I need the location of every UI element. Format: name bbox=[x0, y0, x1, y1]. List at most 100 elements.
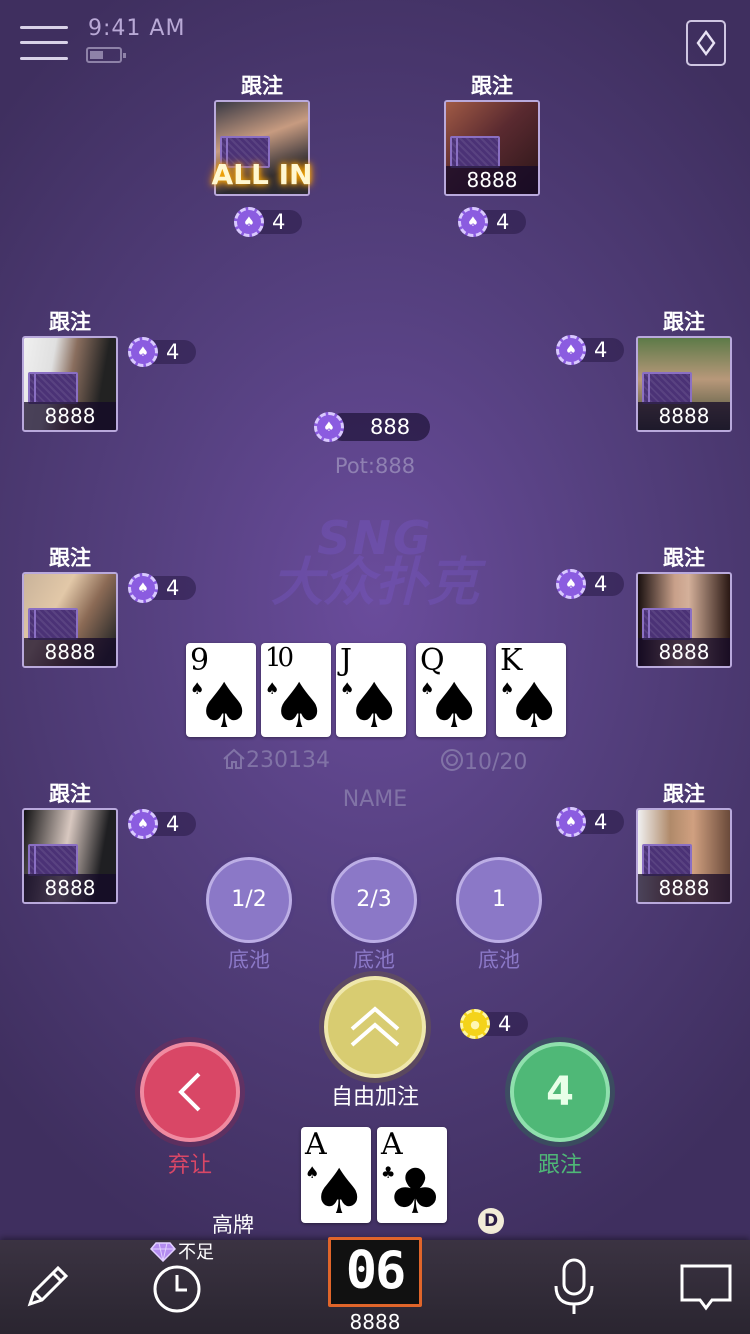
pot-chips: 888 bbox=[314, 412, 430, 442]
bet-full-pot-label: 底池 bbox=[478, 948, 520, 972]
hole-cards-back bbox=[28, 608, 78, 640]
fold-button[interactable] bbox=[140, 1042, 240, 1142]
pencil-icon[interactable] bbox=[22, 1262, 72, 1316]
hole-cards-back bbox=[642, 608, 692, 640]
turn-timer: 06 bbox=[328, 1237, 422, 1307]
player-bet: 4 bbox=[128, 573, 196, 603]
double-chevron-up-icon bbox=[350, 1006, 400, 1047]
player-action: 跟注 bbox=[49, 546, 91, 570]
call-label: 跟注 bbox=[537, 1153, 582, 1178]
battery-icon bbox=[86, 47, 126, 63]
bet-two-thirds-pot-button[interactable]: 2/3 bbox=[331, 857, 417, 943]
seat-middle-left[interactable]: 跟注 8888 bbox=[22, 546, 118, 668]
raise-label: 自由加注 bbox=[330, 1085, 419, 1110]
hole-cards-back bbox=[450, 136, 500, 168]
chip-icon bbox=[234, 207, 264, 237]
gold-chip-icon bbox=[460, 1009, 490, 1039]
player-chips: 8888 bbox=[446, 166, 538, 194]
my-bet: 4 bbox=[460, 1009, 528, 1039]
table-watermark: SNG 大众扑克 bbox=[270, 511, 479, 613]
player-action: 跟注 bbox=[663, 546, 705, 570]
chip-icon bbox=[556, 335, 586, 365]
avatar: 8888 bbox=[22, 572, 118, 668]
chip-icon bbox=[128, 573, 158, 603]
seat-upper-right[interactable]: 跟注 8888 bbox=[636, 310, 732, 432]
chip-icon bbox=[556, 569, 586, 599]
player-bet: 4 bbox=[128, 809, 196, 839]
avatar: 8888 bbox=[636, 572, 732, 668]
gem-status: 不足 bbox=[149, 1238, 214, 1264]
chip-icon bbox=[314, 412, 344, 442]
avatar: 8888 bbox=[636, 808, 732, 904]
dealer-button: D bbox=[478, 1208, 504, 1234]
chip-icon bbox=[128, 337, 158, 367]
avatar: 8888 bbox=[22, 336, 118, 432]
microphone-icon[interactable] bbox=[552, 1258, 596, 1320]
chip-icon bbox=[458, 207, 488, 237]
player-action: 跟注 bbox=[49, 782, 91, 806]
player-chips: 8888 bbox=[24, 402, 116, 430]
chip-icon bbox=[128, 809, 158, 839]
raise-button[interactable] bbox=[324, 976, 426, 1078]
player-action: 跟注 bbox=[241, 74, 283, 98]
avatar: 8888 bbox=[444, 100, 540, 196]
all-in-label: ALL IN bbox=[211, 158, 313, 191]
player-bet: 4 bbox=[458, 207, 526, 237]
player-bet: 4 bbox=[556, 335, 624, 365]
bet-two-thirds-pot-label: 底池 bbox=[353, 948, 395, 972]
clock-icon[interactable] bbox=[152, 1264, 202, 1318]
player-bet: 4 bbox=[128, 337, 196, 367]
blinds: 10/20 bbox=[440, 748, 527, 775]
chevron-left-icon bbox=[178, 1072, 201, 1112]
player-action: 跟注 bbox=[663, 310, 705, 334]
player-chips: 8888 bbox=[24, 638, 116, 666]
player-chips: 8888 bbox=[638, 402, 730, 430]
seat-top-left[interactable]: 跟注 ALL IN bbox=[212, 74, 312, 196]
room-id: 230134 bbox=[222, 748, 330, 773]
room-name: NAME bbox=[342, 787, 408, 812]
avatar: 8888 bbox=[22, 808, 118, 904]
diamond-gem-icon bbox=[149, 1242, 177, 1263]
hand-rank: 高牌 bbox=[212, 1213, 254, 1237]
seat-upper-left[interactable]: 跟注 8888 bbox=[22, 310, 118, 432]
board-card: Q ♠ ♠ bbox=[416, 643, 486, 737]
player-action: 跟注 bbox=[663, 782, 705, 806]
card-type-icon[interactable] bbox=[686, 20, 726, 66]
chat-icon[interactable] bbox=[680, 1264, 732, 1316]
bet-half-pot-button[interactable]: 1/2 bbox=[206, 857, 292, 943]
menu-icon[interactable] bbox=[20, 24, 68, 62]
board-card: 9 ♠ ♠ bbox=[186, 643, 256, 737]
player-chips: 8888 bbox=[638, 638, 730, 666]
bet-full-pot-button[interactable]: 1 bbox=[456, 857, 542, 943]
player-bet: 4 bbox=[556, 807, 624, 837]
player-bet: 4 bbox=[234, 207, 302, 237]
hole-cards-back bbox=[642, 844, 692, 876]
player-chips: 8888 bbox=[24, 874, 116, 902]
hole-cards-back bbox=[28, 372, 78, 404]
player-action: 跟注 bbox=[471, 74, 513, 98]
my-chips: 8888 bbox=[349, 1310, 401, 1334]
hole-card: A ♠ ♠ bbox=[301, 1127, 371, 1223]
chip-icon bbox=[556, 807, 586, 837]
avatar: 8888 bbox=[636, 336, 732, 432]
player-action: 跟注 bbox=[49, 310, 91, 334]
pot-label: Pot:888 bbox=[334, 454, 416, 478]
seat-lower-right[interactable]: 跟注 8888 bbox=[636, 782, 732, 904]
blinds-chip-icon bbox=[441, 749, 463, 771]
hole-card: A ♣ ♣ bbox=[377, 1127, 447, 1223]
fold-label: 弃让 bbox=[167, 1153, 212, 1178]
seat-lower-left[interactable]: 跟注 8888 bbox=[22, 782, 118, 904]
hole-cards-back bbox=[642, 372, 692, 404]
seat-middle-right[interactable]: 跟注 8888 bbox=[636, 546, 732, 668]
hole-cards-back bbox=[28, 844, 78, 876]
poker-table: 9:41 AM SNG 大众扑克 跟注 ALL IN 4 跟注 8888 4 跟… bbox=[0, 0, 750, 1334]
player-bet: 4 bbox=[556, 569, 624, 599]
status-time: 9:41 AM bbox=[88, 16, 186, 41]
home-icon bbox=[223, 748, 245, 769]
board-card: J ♠ ♠ bbox=[336, 643, 406, 737]
player-chips: 8888 bbox=[638, 874, 730, 902]
call-button[interactable]: 4 bbox=[510, 1042, 610, 1142]
seat-top-right[interactable]: 跟注 8888 bbox=[444, 74, 540, 196]
board-card: K ♠ ♠ bbox=[496, 643, 566, 737]
board-card: 10 ♠ ♠ bbox=[261, 643, 331, 737]
